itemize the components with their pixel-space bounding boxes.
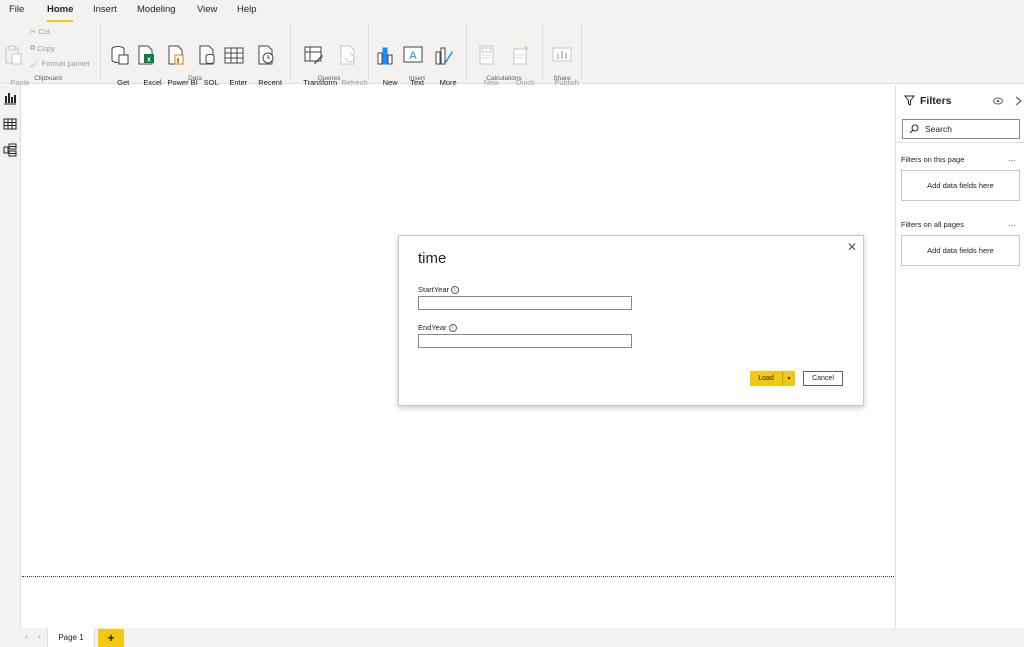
- end-year-label: EndYear i: [418, 323, 457, 332]
- chevron-right-icon[interactable]: [1015, 96, 1022, 106]
- insert-group-label: Insert: [408, 75, 426, 82]
- filters-pane: Filters Search Filters on this page ... …: [895, 85, 1024, 628]
- view-switcher-rail: [0, 85, 21, 628]
- report-view-icon[interactable]: [3, 91, 17, 105]
- calculations-group-label: Calculations: [486, 75, 522, 82]
- menu-view[interactable]: View: [197, 4, 217, 15]
- filters-title: Filters: [920, 95, 952, 107]
- ribbon-separator: [368, 24, 369, 80]
- load-split-button: Load ▾: [750, 371, 795, 386]
- data-view-icon[interactable]: [3, 117, 17, 131]
- svg-text:x: x: [147, 57, 151, 64]
- copy-icon: ⧉: [30, 43, 36, 52]
- filters-search-placeholder: Search: [925, 124, 952, 134]
- data-group-label: Data: [188, 75, 202, 82]
- start-year-label: StartYear i: [418, 285, 459, 294]
- all-pages-filters-drop-zone[interactable]: Add data fields here: [901, 235, 1020, 266]
- quick-measure-icon: [513, 46, 529, 65]
- ribbon: Paste ✂ Cut ⧉ Copy 🖌 Format painter Clipboa…: [0, 22, 1024, 96]
- text-box-icon: A: [403, 46, 423, 63]
- dataset-icon: [168, 45, 184, 65]
- paste-icon: [5, 45, 22, 65]
- filters-search-input[interactable]: Search: [902, 119, 1020, 139]
- prev-page-button[interactable]: ‹: [25, 632, 28, 641]
- page-tabs-bar: ‹ › Page 1 +: [0, 628, 1024, 647]
- menu-bar: File Home Insert Modeling View Help: [0, 0, 1024, 22]
- refresh-icon: [340, 45, 355, 65]
- recent-icon: [258, 45, 274, 65]
- copy-button[interactable]: ⧉ Copy: [30, 43, 55, 53]
- load-button[interactable]: Load: [750, 371, 782, 386]
- add-page-button[interactable]: +: [98, 629, 124, 647]
- model-view-icon[interactable]: [3, 143, 17, 157]
- ribbon-separator: [100, 24, 101, 80]
- eye-icon[interactable]: [993, 97, 1003, 105]
- table-icon: [224, 47, 244, 64]
- start-year-input[interactable]: [418, 296, 632, 310]
- ribbon-separator: [466, 24, 467, 80]
- ribbon-separator: [290, 24, 291, 80]
- page-boundary-line: [22, 576, 894, 577]
- chevron-down-icon[interactable]: ▾: [782, 371, 795, 386]
- scissors-icon: ✂: [30, 27, 37, 36]
- cancel-button[interactable]: Cancel: [803, 371, 843, 386]
- queries-group-label: Queries: [317, 75, 341, 82]
- parameter-dialog: time ✕ StartYear i EndYear i Load ▾ Cancel: [398, 235, 864, 406]
- page-filters-drop-zone[interactable]: Add data fields here: [901, 170, 1020, 201]
- excel-icon: x: [138, 45, 154, 65]
- filters-divider: [896, 142, 1024, 143]
- page-filters-more-button[interactable]: ...: [1008, 153, 1016, 163]
- info-icon: i: [448, 323, 457, 332]
- format-painter-button[interactable]: 🖌 Format painter: [30, 59, 90, 68]
- calculator-icon: [479, 45, 494, 65]
- bar-chart-icon: [377, 47, 393, 65]
- all-pages-filters-more-button[interactable]: ...: [1008, 218, 1016, 228]
- filters-on-all-pages-label: Filters on all pages: [901, 220, 964, 229]
- menu-file[interactable]: File: [9, 4, 24, 15]
- brush-icon: 🖌: [30, 59, 40, 68]
- next-page-button[interactable]: ›: [38, 632, 41, 641]
- database-icon: [111, 46, 129, 65]
- svg-text:A: A: [409, 50, 417, 62]
- menu-modeling[interactable]: Modeling: [137, 4, 176, 15]
- sql-server-icon: [199, 45, 215, 65]
- end-year-input[interactable]: [418, 334, 632, 348]
- filter-icon: [904, 95, 915, 106]
- page-tab-1[interactable]: Page 1: [47, 628, 95, 647]
- transform-icon: [304, 46, 323, 64]
- info-icon: i: [451, 285, 459, 294]
- more-visuals-icon: [435, 47, 453, 65]
- ribbon-separator: [542, 24, 543, 80]
- cut-button[interactable]: ✂ Cut: [30, 27, 50, 36]
- dialog-title: time: [418, 250, 447, 267]
- clipboard-group-label: Clipboard: [34, 75, 62, 82]
- menu-insert[interactable]: Insert: [93, 4, 117, 15]
- menu-help[interactable]: Help: [237, 4, 257, 15]
- ribbon-separator: [581, 24, 582, 80]
- search-icon: [909, 124, 919, 134]
- filters-on-this-page-label: Filters on this page: [901, 155, 965, 164]
- share-group-label: Share: [553, 75, 571, 82]
- menu-home[interactable]: Home: [47, 4, 73, 15]
- publish-icon: [552, 47, 572, 62]
- close-icon[interactable]: ✕: [847, 240, 857, 254]
